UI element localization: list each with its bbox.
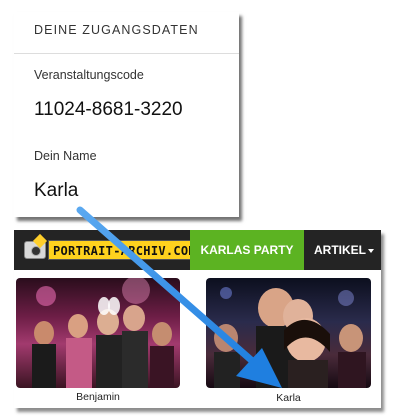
photo-caption-benjamin[interactable]: Benjamin [16, 391, 180, 403]
party-photo-image [32, 278, 174, 388]
photo-thumbnail-benjamin[interactable] [16, 278, 180, 388]
photo-thumbnail-karla[interactable] [206, 278, 371, 388]
name-label: Dein Name [34, 149, 97, 163]
logo-text: PORTRAIT-ARCHIV.COM [48, 240, 201, 260]
credentials-card: DEINE ZUGANGSDATEN Veranstaltungscode 11… [14, 12, 239, 217]
chevron-down-icon [368, 248, 374, 253]
photo-caption-karla[interactable]: Karla [206, 392, 371, 404]
party-photo-image [214, 287, 366, 388]
nav-artikel-label: ARTIKEL [314, 243, 366, 257]
event-code-value: 11024-8681-3220 [34, 99, 183, 120]
name-value: Karla [34, 180, 79, 201]
navbar: PORTRAIT-ARCHIV.COM KARLAS PARTY ARTIKEL [14, 230, 381, 270]
camera-icon [24, 241, 46, 259]
event-code-label: Veranstaltungscode [34, 68, 144, 82]
nav-item-party[interactable]: KARLAS PARTY [190, 230, 304, 270]
nav-item-artikel[interactable]: ARTIKEL [314, 230, 374, 270]
site-logo[interactable]: PORTRAIT-ARCHIV.COM [24, 239, 201, 261]
card-title: DEINE ZUGANGSDATEN [14, 12, 239, 54]
site-preview: PORTRAIT-ARCHIV.COM KARLAS PARTY ARTIKEL… [14, 230, 381, 408]
